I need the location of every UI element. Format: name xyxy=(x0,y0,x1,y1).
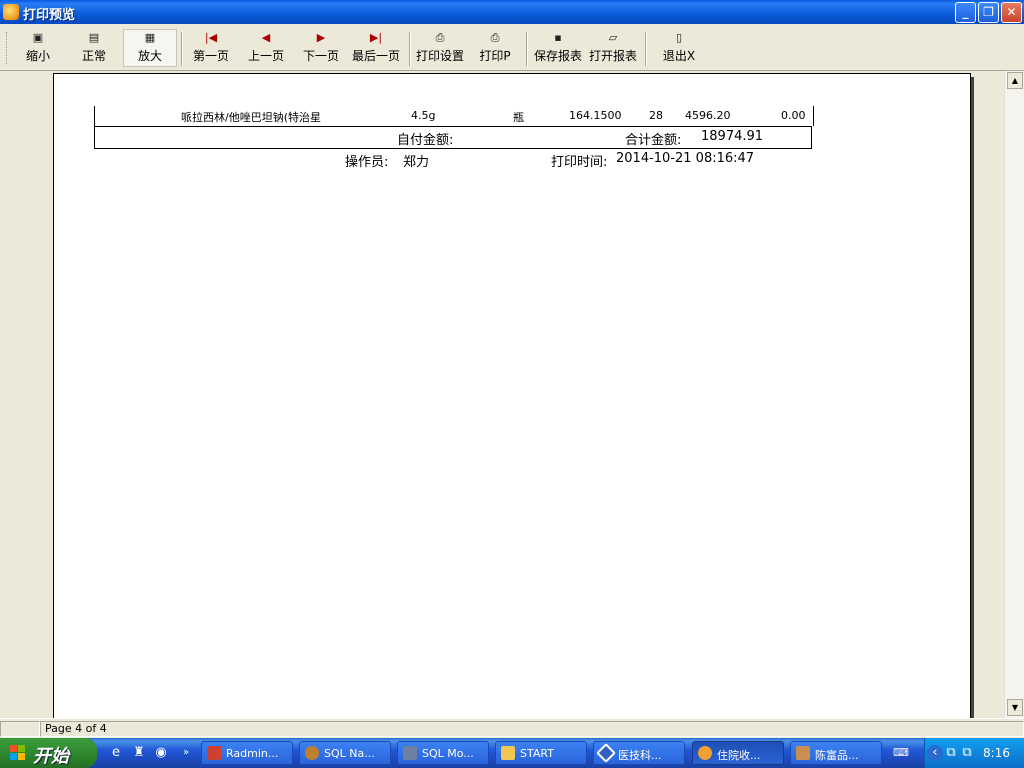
last-page-icon: ▶| xyxy=(369,31,383,44)
last-page-button[interactable]: ▶| 最后一页 xyxy=(351,30,401,66)
inpatient-billing-icon xyxy=(698,746,712,760)
status-bar: Page 4 of 4 xyxy=(0,718,1024,739)
open-report-button[interactable]: ▱ 打开报表 xyxy=(587,30,639,66)
toolbar-separator xyxy=(181,32,183,66)
item-price: 164.1500 xyxy=(569,109,622,122)
exit-button[interactable]: ▯ 退出X xyxy=(660,30,698,66)
self-pay-label: 自付金额: xyxy=(397,133,454,148)
print-time-value: 2014-10-21 08:16:47 xyxy=(616,151,755,166)
item-qty: 28 xyxy=(649,109,663,122)
save-report-button[interactable]: ▪ 保存报表 xyxy=(532,30,584,66)
zoom-out-button[interactable]: ▣ 缩小 xyxy=(20,30,56,66)
total-value: 18974.91 xyxy=(701,129,764,144)
item-amount: 4596.20 xyxy=(685,109,731,122)
summary-box: 自付金额: 合计金额: 18974.91 xyxy=(94,126,812,149)
next-page-icon: ▶ xyxy=(316,31,326,44)
task-medical-tech[interactable]: 医技科... xyxy=(593,741,685,765)
medical-tech-icon xyxy=(596,743,616,763)
quicklaunch-browser-icon[interactable]: ◉ xyxy=(153,745,169,761)
task-inpatient-billing[interactable]: 住院收... xyxy=(692,741,784,765)
toolbar-grip xyxy=(6,32,10,64)
prev-page-button[interactable]: ◀ 上一页 xyxy=(246,30,286,66)
app-icon xyxy=(796,746,810,760)
item-spec: 4.5g xyxy=(411,109,436,122)
report-row: 哌拉西林/他唑巴坦钠(特治星 4.5g 瓶 164.1500 28 4596.2… xyxy=(94,106,814,126)
page-icon: ▤ xyxy=(88,31,100,44)
quicklaunch-app-icon[interactable]: ♜ xyxy=(131,745,147,761)
status-cell xyxy=(0,721,40,737)
print-setup-button[interactable]: ⎙ 打印设置 xyxy=(414,30,466,66)
item-name: 哌拉西林/他唑巴坦钠(特治星 xyxy=(181,111,321,124)
tray-expand-icon[interactable]: ‹ xyxy=(927,745,943,761)
toolbar-separator xyxy=(645,32,647,66)
item-other: 0.00 xyxy=(781,109,806,122)
printer-setup-icon: ⎙ xyxy=(435,31,445,44)
scroll-up-arrow-icon[interactable]: ▲ xyxy=(1007,72,1023,89)
close-button[interactable]: ✕ xyxy=(1001,2,1022,23)
toolbar: ▣ 缩小 ▤ 正常 ▦ 放大 |◀ 第一页 ◀ 上一页 ▶ 下一页 ▶| 最后一… xyxy=(0,24,1024,71)
task-chen-fupin[interactable]: 陈富品... xyxy=(790,741,882,765)
open-folder-icon: ▱ xyxy=(608,31,618,44)
next-page-button[interactable]: ▶ 下一页 xyxy=(301,30,341,66)
minimize-button[interactable]: _ xyxy=(955,2,976,23)
folder-icon xyxy=(501,746,515,760)
taskbar: 开始 e ♜ ◉ » Radmin... SQL Na... SQL Mo...… xyxy=(0,738,1024,768)
start-button[interactable]: 开始 xyxy=(0,738,97,768)
task-sql-navigator[interactable]: SQL Na... xyxy=(299,741,391,765)
operator-name: 郑力 xyxy=(403,155,430,170)
restore-button[interactable]: ❐ xyxy=(978,2,999,23)
exit-door-icon: ▯ xyxy=(675,31,683,44)
keyboard-icon[interactable]: ⌨ xyxy=(893,745,909,761)
page-shadow xyxy=(971,77,974,718)
task-start-folder[interactable]: START xyxy=(495,741,587,765)
zoom-out-icon: ▣ xyxy=(32,31,44,44)
radmin-icon xyxy=(207,746,221,760)
network-icon[interactable]: ⧉ xyxy=(943,745,959,761)
sql-navigator-icon xyxy=(305,746,319,760)
scroll-down-arrow-icon[interactable]: ▼ xyxy=(1007,699,1023,716)
toolbar-separator xyxy=(526,32,528,66)
task-radmin[interactable]: Radmin... xyxy=(201,741,293,765)
sql-monitor-icon xyxy=(403,746,417,760)
item-unit: 瓶 xyxy=(513,111,524,124)
task-sql-monitor[interactable]: SQL Mo... xyxy=(397,741,489,765)
normal-size-button[interactable]: ▤ 正常 xyxy=(75,30,113,66)
window-title: 打印预览 xyxy=(23,8,76,23)
clock: 8:16 xyxy=(983,746,1010,760)
report-page: 哌拉西林/他唑巴坦钠(特治星 4.5g 瓶 164.1500 28 4596.2… xyxy=(53,73,971,723)
windows-logo-icon xyxy=(10,745,26,761)
zoom-in-icon: ▦ xyxy=(144,31,156,44)
printer-icon: ⎙ xyxy=(490,31,500,44)
total-label: 合计金额: xyxy=(625,133,682,148)
vertical-scrollbar[interactable]: ▲ ▼ xyxy=(1004,71,1024,718)
network-icon-2[interactable]: ⧉ xyxy=(959,745,975,761)
prev-page-icon: ◀ xyxy=(261,31,271,44)
preview-area[interactable]: 哌拉西林/他唑巴坦钠(特治星 4.5g 瓶 164.1500 28 4596.2… xyxy=(0,71,1007,723)
first-page-button[interactable]: |◀ 第一页 xyxy=(191,30,231,66)
print-time-label: 打印时间: xyxy=(551,155,608,170)
operator-label: 操作员: xyxy=(345,155,389,170)
page-indicator: Page 4 of 4 xyxy=(40,721,1024,737)
first-page-icon: |◀ xyxy=(204,31,218,44)
ie-icon[interactable]: e xyxy=(108,745,124,761)
zoom-in-button[interactable]: ▦ 放大 xyxy=(123,29,177,67)
chevron-more-icon[interactable]: » xyxy=(178,745,194,761)
print-button[interactable]: ⎙ 打印P xyxy=(476,30,514,66)
system-tray: ‹ ⧉ ⧉ 8:16 xyxy=(924,738,1024,768)
toolbar-separator xyxy=(409,32,411,66)
app-icon xyxy=(3,4,19,20)
save-icon: ▪ xyxy=(554,31,562,44)
title-bar: 打印预览 _ ❐ ✕ xyxy=(0,0,1024,24)
